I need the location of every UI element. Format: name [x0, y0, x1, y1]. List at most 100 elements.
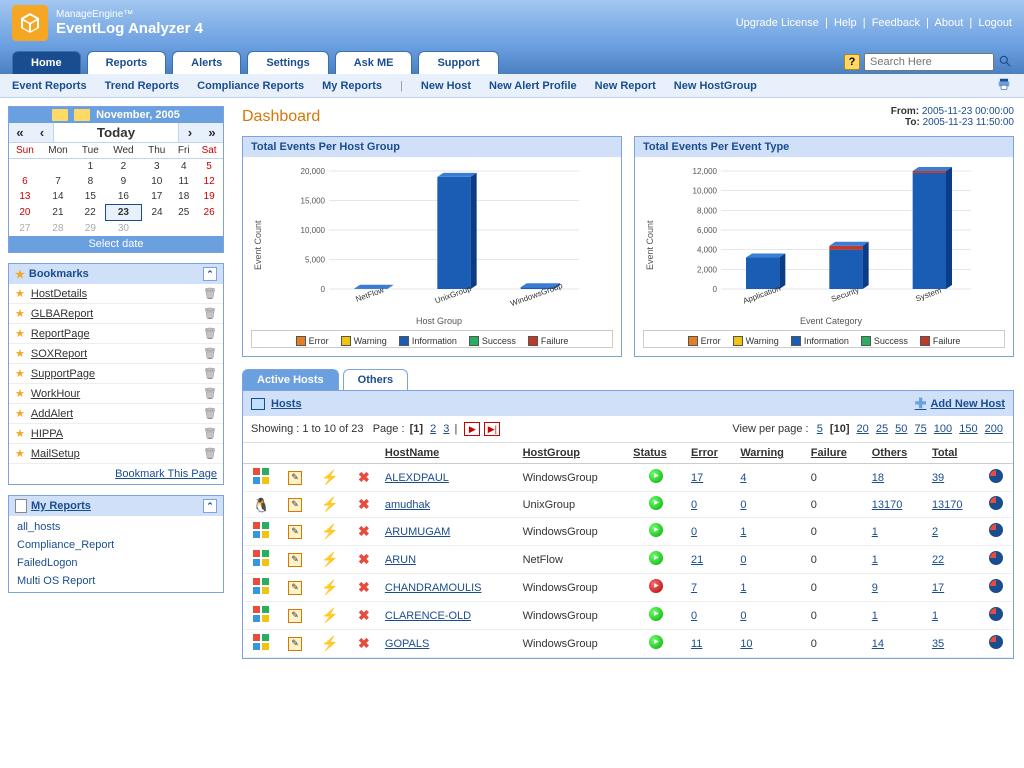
bolt-icon[interactable]: ⚡: [321, 523, 338, 539]
error-count[interactable]: 17: [691, 472, 703, 484]
cal-today[interactable]: Today: [53, 123, 179, 142]
bolt-icon[interactable]: ⚡: [321, 469, 338, 485]
edit-icon[interactable]: ✎: [288, 471, 302, 485]
col-failure[interactable]: Failure: [811, 447, 847, 459]
total-count[interactable]: 13170: [932, 499, 963, 511]
col-total[interactable]: Total: [932, 447, 957, 459]
cal-prev[interactable]: ‹: [31, 123, 53, 142]
pie-icon[interactable]: [989, 635, 1003, 649]
cal-day[interactable]: 6: [9, 174, 41, 189]
view-option[interactable]: 200: [985, 423, 1003, 435]
calendar-icon-2[interactable]: [74, 109, 90, 121]
host-link[interactable]: GOPALS: [385, 638, 429, 650]
others-count[interactable]: 18: [872, 472, 884, 484]
cal-next[interactable]: ›: [179, 123, 201, 142]
cal-day[interactable]: [141, 221, 172, 237]
host-link[interactable]: CHANDRAMOULIS: [385, 582, 482, 594]
pie-icon[interactable]: [989, 607, 1003, 621]
warning-count[interactable]: 1: [740, 526, 746, 538]
report-link-multi-os-report[interactable]: Multi OS Report: [9, 572, 223, 590]
delete-icon[interactable]: ✖: [358, 551, 370, 567]
cal-day[interactable]: [9, 159, 41, 175]
others-count[interactable]: 13170: [872, 499, 903, 511]
tab-ask-me[interactable]: Ask ME: [335, 51, 413, 74]
trash-icon[interactable]: 🗑: [203, 367, 217, 380]
error-count[interactable]: 21: [691, 554, 703, 566]
cal-day[interactable]: 28: [41, 221, 75, 237]
tab-alerts[interactable]: Alerts: [172, 51, 241, 74]
search-icon[interactable]: [998, 54, 1012, 71]
cal-last[interactable]: »: [201, 123, 223, 142]
subnav-new-alert-profile[interactable]: New Alert Profile: [489, 80, 577, 92]
col-hostname[interactable]: HostName: [385, 447, 439, 459]
collapse-icon[interactable]: ⌃: [203, 267, 217, 281]
top-link-upgrade-license[interactable]: Upgrade License: [736, 17, 819, 29]
bookmark-link-addalert[interactable]: AddAlert: [31, 408, 203, 420]
cal-first[interactable]: «: [9, 123, 31, 142]
host-link[interactable]: amudhak: [385, 499, 430, 511]
view-option[interactable]: 50: [895, 423, 907, 435]
edit-icon[interactable]: ✎: [288, 609, 302, 623]
bolt-icon[interactable]: ⚡: [321, 551, 338, 567]
help-icon[interactable]: ?: [844, 54, 860, 70]
view-option[interactable]: 75: [914, 423, 926, 435]
cal-select-date[interactable]: Select date: [9, 236, 223, 252]
top-link-about[interactable]: About: [935, 17, 964, 29]
cal-day[interactable]: 5: [195, 159, 223, 175]
page-link[interactable]: 2: [430, 423, 436, 435]
cal-day[interactable]: 7: [41, 174, 75, 189]
bookmark-link-workhour[interactable]: WorkHour: [31, 388, 203, 400]
print-icon[interactable]: [996, 77, 1012, 94]
total-count[interactable]: 22: [932, 554, 944, 566]
others-count[interactable]: 14: [872, 638, 884, 650]
bookmark-link-supportpage[interactable]: SupportPage: [31, 368, 203, 380]
warning-count[interactable]: 0: [740, 554, 746, 566]
warning-count[interactable]: 0: [740, 499, 746, 511]
tab-reports[interactable]: Reports: [87, 51, 167, 74]
col-status[interactable]: Status: [633, 447, 667, 459]
subnav-new-report[interactable]: New Report: [595, 80, 656, 92]
others-count[interactable]: 1: [872, 526, 878, 538]
cal-day[interactable]: 10: [141, 174, 172, 189]
bolt-icon[interactable]: ⚡: [321, 579, 338, 595]
cal-day[interactable]: 16: [106, 189, 142, 205]
bookmark-link-hippa[interactable]: HIPPA: [31, 428, 203, 440]
col-others[interactable]: Others: [872, 447, 907, 459]
cal-day[interactable]: 22: [75, 205, 106, 221]
top-link-help[interactable]: Help: [834, 17, 857, 29]
cal-day[interactable]: 29: [75, 221, 106, 237]
delete-icon[interactable]: ✖: [358, 469, 370, 485]
subnav-my-reports[interactable]: My Reports: [322, 80, 382, 92]
warning-count[interactable]: 4: [740, 472, 746, 484]
edit-icon[interactable]: ✎: [288, 581, 302, 595]
view-option[interactable]: 150: [959, 423, 977, 435]
total-count[interactable]: 17: [932, 582, 944, 594]
cal-day[interactable]: [195, 221, 223, 237]
cal-day[interactable]: 30: [106, 221, 142, 237]
collapse-icon[interactable]: ⌃: [203, 499, 217, 513]
edit-icon[interactable]: ✎: [288, 525, 302, 539]
bookmark-link-mailsetup[interactable]: MailSetup: [31, 448, 203, 460]
pie-icon[interactable]: [989, 469, 1003, 483]
trash-icon[interactable]: 🗑: [203, 427, 217, 440]
edit-icon[interactable]: ✎: [288, 553, 302, 567]
col-hostgroup[interactable]: HostGroup: [523, 447, 580, 459]
cal-day[interactable]: 18: [172, 189, 195, 205]
cal-day[interactable]: [41, 159, 75, 175]
edit-icon[interactable]: ✎: [288, 637, 302, 651]
search-input[interactable]: [864, 53, 994, 71]
hosts-tab-active-hosts[interactable]: Active Hosts: [242, 369, 339, 390]
trash-icon[interactable]: 🗑: [203, 407, 217, 420]
cal-day[interactable]: 17: [141, 189, 172, 205]
others-count[interactable]: 1: [872, 610, 878, 622]
col-error[interactable]: Error: [691, 447, 718, 459]
cal-day[interactable]: 8: [75, 174, 106, 189]
bookmark-link-hostdetails[interactable]: HostDetails: [31, 288, 203, 300]
cal-day[interactable]: 2: [106, 159, 142, 175]
trash-icon[interactable]: 🗑: [203, 307, 217, 320]
host-link[interactable]: ALEXDPAUL: [385, 472, 449, 484]
delete-icon[interactable]: ✖: [358, 635, 370, 651]
error-count[interactable]: 0: [691, 499, 697, 511]
subnav-trend-reports[interactable]: Trend Reports: [105, 80, 180, 92]
trash-icon[interactable]: 🗑: [203, 387, 217, 400]
